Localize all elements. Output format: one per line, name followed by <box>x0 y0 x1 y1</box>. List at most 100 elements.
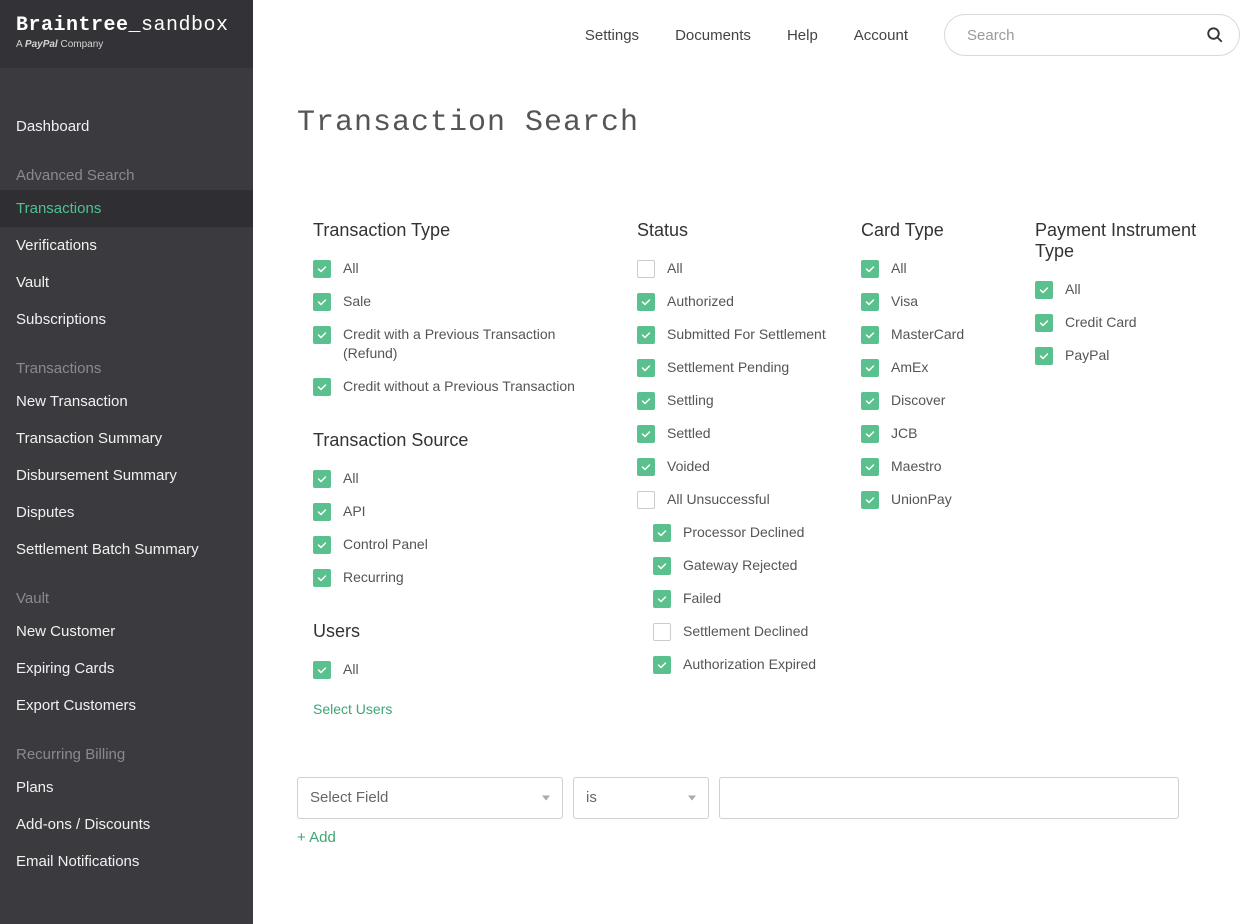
card-type-label: UnionPay <box>891 490 952 509</box>
status-sub-checkbox[interactable] <box>653 557 671 575</box>
status-sub-checkbox[interactable] <box>653 524 671 542</box>
card-type-checkbox[interactable] <box>861 293 879 311</box>
transaction-source-label: API <box>343 502 366 521</box>
status-label: Voided <box>667 457 710 476</box>
group-title-payment-instrument: Payment Instrument Type <box>1035 220 1215 262</box>
topnav-settings[interactable]: Settings <box>585 27 639 44</box>
payment-instrument-row: All <box>1035 280 1215 299</box>
status-checkbox[interactable] <box>637 260 655 278</box>
transaction-type-checkbox[interactable] <box>313 326 331 344</box>
sidebar-header-vault: Vault <box>0 582 253 613</box>
transaction-source-row: Control Panel <box>313 535 613 554</box>
sidebar-item-plans[interactable]: Plans <box>0 769 253 806</box>
users-label: All <box>343 660 359 679</box>
status-sub-row: Failed <box>653 589 837 608</box>
chevron-down-icon <box>688 795 696 800</box>
select-operator-dropdown[interactable]: is <box>573 777 709 819</box>
card-type-checkbox[interactable] <box>861 359 879 377</box>
card-type-checkbox[interactable] <box>861 491 879 509</box>
users-checkbox[interactable] <box>313 661 331 679</box>
sidebar-item-subscriptions[interactable]: Subscriptions <box>0 301 253 338</box>
transaction-source-checkbox[interactable] <box>313 503 331 521</box>
status-sub-checkbox[interactable] <box>653 623 671 641</box>
card-type-checkbox[interactable] <box>861 392 879 410</box>
status-row: Submitted For Settlement <box>637 325 837 344</box>
status-checkbox[interactable] <box>637 359 655 377</box>
group-title-status: Status <box>637 220 837 241</box>
card-type-row: JCB <box>861 424 1011 443</box>
status-row: All <box>637 259 837 278</box>
sidebar-item-disbursement-summary[interactable]: Disbursement Summary <box>0 457 253 494</box>
add-field-link[interactable]: + Add <box>253 819 380 846</box>
card-type-label: JCB <box>891 424 917 443</box>
status-sub-checkbox[interactable] <box>653 590 671 608</box>
sidebar-item-disputes[interactable]: Disputes <box>0 494 253 531</box>
sidebar-item-verifications[interactable]: Verifications <box>0 227 253 264</box>
transaction-source-label: All <box>343 469 359 488</box>
field-value-input[interactable] <box>719 777 1179 819</box>
status-checkbox[interactable] <box>637 326 655 344</box>
sidebar-item-export-customers[interactable]: Export Customers <box>0 687 253 724</box>
sidebar-item-email-notifications[interactable]: Email Notifications <box>0 843 253 880</box>
transaction-type-label: All <box>343 259 359 278</box>
transaction-source-checkbox[interactable] <box>313 569 331 587</box>
transaction-type-row: All <box>313 259 613 278</box>
select-field-value: Select Field <box>310 789 388 806</box>
transaction-source-label: Recurring <box>343 568 404 587</box>
main-content: Settings Documents Help Account Transact… <box>253 0 1260 924</box>
status-checkbox[interactable] <box>637 458 655 476</box>
select-users-link[interactable]: Select Users <box>313 701 392 717</box>
card-type-label: Maestro <box>891 457 942 476</box>
transaction-type-label: Sale <box>343 292 371 311</box>
sidebar-header-transactions: Transactions <box>0 352 253 383</box>
card-type-row: UnionPay <box>861 490 1011 509</box>
card-type-row: All <box>861 259 1011 278</box>
status-checkbox[interactable] <box>637 425 655 443</box>
status-checkbox[interactable] <box>637 392 655 410</box>
sidebar-item-new-customer[interactable]: New Customer <box>0 613 253 650</box>
transaction-source-checkbox[interactable] <box>313 536 331 554</box>
status-checkbox[interactable] <box>637 491 655 509</box>
status-checkbox[interactable] <box>637 293 655 311</box>
status-label: Settling <box>667 391 714 410</box>
status-sub-checkbox[interactable] <box>653 656 671 674</box>
sidebar-item-new-transaction[interactable]: New Transaction <box>0 383 253 420</box>
topnav-help[interactable]: Help <box>787 27 818 44</box>
sidebar-item-vault[interactable]: Vault <box>0 264 253 301</box>
status-row: All Unsuccessful <box>637 490 837 509</box>
transaction-source-checkbox[interactable] <box>313 470 331 488</box>
sidebar-item-transaction-summary[interactable]: Transaction Summary <box>0 420 253 457</box>
status-sub-label: Authorization Expired <box>683 655 816 674</box>
sidebar-item-expiring-cards[interactable]: Expiring Cards <box>0 650 253 687</box>
sidebar-item-settlement-batch-summary[interactable]: Settlement Batch Summary <box>0 531 253 568</box>
users-row: All <box>313 660 613 679</box>
transaction-source-row: Recurring <box>313 568 613 587</box>
topnav-documents[interactable]: Documents <box>675 27 751 44</box>
search-icon[interactable] <box>1206 26 1224 44</box>
select-field-dropdown[interactable]: Select Field <box>297 777 563 819</box>
payment-instrument-row: Credit Card <box>1035 313 1215 332</box>
topnav-account[interactable]: Account <box>854 27 908 44</box>
chevron-down-icon <box>542 795 550 800</box>
payment-instrument-checkbox[interactable] <box>1035 347 1053 365</box>
status-label: Submitted For Settlement <box>667 325 826 344</box>
card-type-label: MasterCard <box>891 325 964 344</box>
group-title-transaction-source: Transaction Source <box>313 430 613 451</box>
card-type-checkbox[interactable] <box>861 260 879 278</box>
card-type-row: Maestro <box>861 457 1011 476</box>
status-row: Authorized <box>637 292 837 311</box>
sidebar-item-addons-discounts[interactable]: Add-ons / Discounts <box>0 806 253 843</box>
card-type-checkbox[interactable] <box>861 425 879 443</box>
search-input[interactable] <box>944 14 1240 56</box>
card-type-checkbox[interactable] <box>861 326 879 344</box>
payment-instrument-checkbox[interactable] <box>1035 281 1053 299</box>
transaction-type-checkbox[interactable] <box>313 378 331 396</box>
sidebar-item-dashboard[interactable]: Dashboard <box>0 108 253 145</box>
payment-instrument-checkbox[interactable] <box>1035 314 1053 332</box>
transaction-type-checkbox[interactable] <box>313 260 331 278</box>
card-type-checkbox[interactable] <box>861 458 879 476</box>
status-sub-label: Settlement Declined <box>683 622 808 641</box>
sidebar-item-transactions[interactable]: Transactions <box>0 190 253 227</box>
transaction-type-checkbox[interactable] <box>313 293 331 311</box>
search-wrap <box>944 14 1240 56</box>
